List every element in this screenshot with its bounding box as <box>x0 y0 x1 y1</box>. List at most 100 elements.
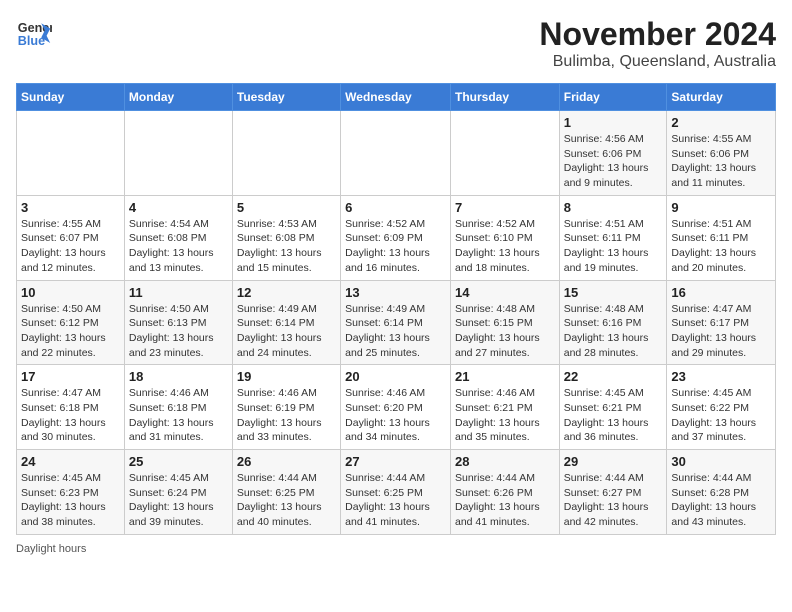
calendar-cell <box>341 111 451 196</box>
page-title: November 2024 <box>539 16 776 53</box>
day-number: 3 <box>21 200 120 215</box>
day-number: 11 <box>129 285 228 300</box>
calendar-week-row: 24 Sunrise: 4:45 AM Sunset: 6:23 PM Dayli… <box>17 450 776 535</box>
day-number: 27 <box>345 454 446 469</box>
svg-text:Blue: Blue <box>18 34 45 48</box>
calendar-cell: 19 Sunrise: 4:46 AM Sunset: 6:19 PM Dayli… <box>232 365 340 450</box>
calendar-week-row: 17 Sunrise: 4:47 AM Sunset: 6:18 PM Dayli… <box>17 365 776 450</box>
day-number: 17 <box>21 369 120 384</box>
daylight-label: Daylight hours <box>16 543 86 555</box>
day-number: 21 <box>455 369 555 384</box>
calendar-cell <box>450 111 559 196</box>
day-number: 9 <box>671 200 771 215</box>
day-info: Sunrise: 4:45 AM Sunset: 6:23 PM Dayligh… <box>21 471 120 530</box>
calendar-cell: 28 Sunrise: 4:44 AM Sunset: 6:26 PM Dayli… <box>450 450 559 535</box>
calendar-cell: 17 Sunrise: 4:47 AM Sunset: 6:18 PM Dayli… <box>17 365 125 450</box>
day-info: Sunrise: 4:44 AM Sunset: 6:27 PM Dayligh… <box>564 471 663 530</box>
day-info: Sunrise: 4:44 AM Sunset: 6:25 PM Dayligh… <box>237 471 336 530</box>
day-number: 24 <box>21 454 120 469</box>
title-block: November 2024 Bulimba, Queensland, Austr… <box>539 16 776 71</box>
calendar-cell: 12Sunrise: 4:49 AM Sunset: 6:14 PM Dayli… <box>232 280 340 365</box>
day-info: Sunrise: 4:48 AM Sunset: 6:15 PM Dayligh… <box>455 302 555 361</box>
day-info: Sunrise: 4:49 AM Sunset: 6:14 PM Dayligh… <box>237 302 336 361</box>
calendar-cell: 30 Sunrise: 4:44 AM Sunset: 6:28 PM Dayli… <box>667 450 776 535</box>
day-info: Sunrise: 4:46 AM Sunset: 6:19 PM Dayligh… <box>237 386 336 445</box>
calendar-cell: 29Sunrise: 4:44 AM Sunset: 6:27 PM Dayli… <box>559 450 667 535</box>
calendar-cell: 20Sunrise: 4:46 AM Sunset: 6:20 PM Dayli… <box>341 365 451 450</box>
calendar-cell: 2 Sunrise: 4:55 AM Sunset: 6:06 PM Daylig… <box>667 111 776 196</box>
calendar-day-header: Tuesday <box>232 84 340 111</box>
day-info: Sunrise: 4:53 AM Sunset: 6:08 PM Dayligh… <box>237 217 336 276</box>
page-header: General Blue November 2024 Bulimba, Quee… <box>16 16 776 71</box>
calendar-header-row: SundayMondayTuesdayWednesdayThursdayFrid… <box>17 84 776 111</box>
day-info: Sunrise: 4:47 AM Sunset: 6:17 PM Dayligh… <box>671 302 771 361</box>
logo-icon: General Blue <box>16 16 52 52</box>
day-info: Sunrise: 4:52 AM Sunset: 6:10 PM Dayligh… <box>455 217 555 276</box>
calendar-cell: 10 Sunrise: 4:50 AM Sunset: 6:12 PM Dayli… <box>17 280 125 365</box>
day-number: 14 <box>455 285 555 300</box>
day-number: 20 <box>345 369 446 384</box>
day-info: Sunrise: 4:55 AM Sunset: 6:06 PM Dayligh… <box>671 132 771 191</box>
calendar-day-header: Wednesday <box>341 84 451 111</box>
day-info: Sunrise: 4:50 AM Sunset: 6:12 PM Dayligh… <box>21 302 120 361</box>
calendar-cell: 4Sunrise: 4:54 AM Sunset: 6:08 PM Daylig… <box>124 195 232 280</box>
calendar-week-row: 3Sunrise: 4:55 AM Sunset: 6:07 PM Daylig… <box>17 195 776 280</box>
calendar-cell: 7 Sunrise: 4:52 AM Sunset: 6:10 PM Daylig… <box>450 195 559 280</box>
calendar-cell: 14 Sunrise: 4:48 AM Sunset: 6:15 PM Dayli… <box>450 280 559 365</box>
day-number: 5 <box>237 200 336 215</box>
day-info: Sunrise: 4:47 AM Sunset: 6:18 PM Dayligh… <box>21 386 120 445</box>
calendar-cell: 23Sunrise: 4:45 AM Sunset: 6:22 PM Dayli… <box>667 365 776 450</box>
day-info: Sunrise: 4:50 AM Sunset: 6:13 PM Dayligh… <box>129 302 228 361</box>
calendar-cell: 22Sunrise: 4:45 AM Sunset: 6:21 PM Dayli… <box>559 365 667 450</box>
day-number: 19 <box>237 369 336 384</box>
day-info: Sunrise: 4:44 AM Sunset: 6:26 PM Dayligh… <box>455 471 555 530</box>
calendar-cell: 13 Sunrise: 4:49 AM Sunset: 6:14 PM Dayli… <box>341 280 451 365</box>
day-number: 1 <box>564 115 663 130</box>
day-number: 10 <box>21 285 120 300</box>
day-number: 6 <box>345 200 446 215</box>
calendar-cell: 9 Sunrise: 4:51 AM Sunset: 6:11 PM Daylig… <box>667 195 776 280</box>
day-info: Sunrise: 4:44 AM Sunset: 6:25 PM Dayligh… <box>345 471 446 530</box>
calendar-cell <box>124 111 232 196</box>
day-number: 15 <box>564 285 663 300</box>
page-subtitle: Bulimba, Queensland, Australia <box>539 53 776 71</box>
calendar-cell: 21 Sunrise: 4:46 AM Sunset: 6:21 PM Dayli… <box>450 365 559 450</box>
day-info: Sunrise: 4:45 AM Sunset: 6:24 PM Dayligh… <box>129 471 228 530</box>
day-number: 25 <box>129 454 228 469</box>
day-number: 16 <box>671 285 771 300</box>
calendar-cell: 5 Sunrise: 4:53 AM Sunset: 6:08 PM Daylig… <box>232 195 340 280</box>
calendar-cell <box>232 111 340 196</box>
day-number: 22 <box>564 369 663 384</box>
calendar-footer: Daylight hours <box>16 543 776 555</box>
calendar-cell: 25 Sunrise: 4:45 AM Sunset: 6:24 PM Dayli… <box>124 450 232 535</box>
day-info: Sunrise: 4:46 AM Sunset: 6:21 PM Dayligh… <box>455 386 555 445</box>
day-info: Sunrise: 4:46 AM Sunset: 6:18 PM Dayligh… <box>129 386 228 445</box>
calendar-cell: 8Sunrise: 4:51 AM Sunset: 6:11 PM Daylig… <box>559 195 667 280</box>
calendar-week-row: 1Sunrise: 4:56 AM Sunset: 6:06 PM Daylig… <box>17 111 776 196</box>
day-number: 18 <box>129 369 228 384</box>
calendar-day-header: Saturday <box>667 84 776 111</box>
day-number: 30 <box>671 454 771 469</box>
day-info: Sunrise: 4:52 AM Sunset: 6:09 PM Dayligh… <box>345 217 446 276</box>
calendar-cell: 15 Sunrise: 4:48 AM Sunset: 6:16 PM Dayli… <box>559 280 667 365</box>
calendar-cell: 16 Sunrise: 4:47 AM Sunset: 6:17 PM Dayli… <box>667 280 776 365</box>
day-info: Sunrise: 4:45 AM Sunset: 6:22 PM Dayligh… <box>671 386 771 445</box>
calendar-cell: 24 Sunrise: 4:45 AM Sunset: 6:23 PM Dayli… <box>17 450 125 535</box>
day-info: Sunrise: 4:48 AM Sunset: 6:16 PM Dayligh… <box>564 302 663 361</box>
calendar-cell <box>17 111 125 196</box>
calendar-cell: 26Sunrise: 4:44 AM Sunset: 6:25 PM Dayli… <box>232 450 340 535</box>
calendar-day-header: Sunday <box>17 84 125 111</box>
day-number: 7 <box>455 200 555 215</box>
calendar-table: SundayMondayTuesdayWednesdayThursdayFrid… <box>16 83 776 535</box>
day-number: 13 <box>345 285 446 300</box>
day-info: Sunrise: 4:49 AM Sunset: 6:14 PM Dayligh… <box>345 302 446 361</box>
day-number: 2 <box>671 115 771 130</box>
day-info: Sunrise: 4:44 AM Sunset: 6:28 PM Dayligh… <box>671 471 771 530</box>
day-number: 4 <box>129 200 228 215</box>
day-info: Sunrise: 4:51 AM Sunset: 6:11 PM Dayligh… <box>671 217 771 276</box>
calendar-cell: 1Sunrise: 4:56 AM Sunset: 6:06 PM Daylig… <box>559 111 667 196</box>
day-number: 28 <box>455 454 555 469</box>
day-number: 8 <box>564 200 663 215</box>
calendar-cell: 18 Sunrise: 4:46 AM Sunset: 6:18 PM Dayli… <box>124 365 232 450</box>
calendar-day-header: Thursday <box>450 84 559 111</box>
